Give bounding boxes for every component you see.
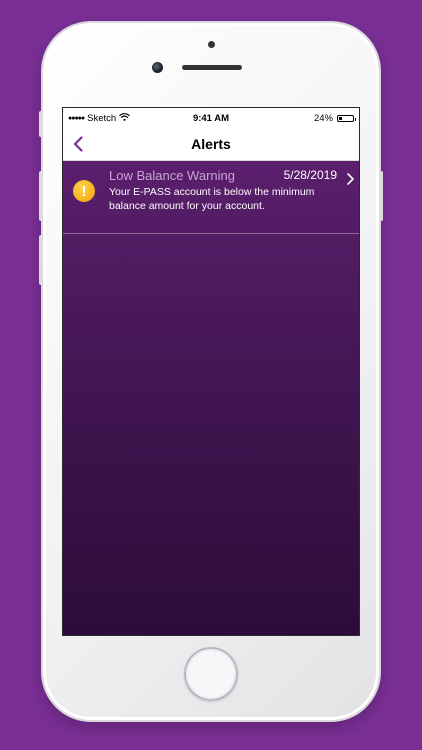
alert-item[interactable]: ! Low Balance Warning 5/28/2019 Your E-P… — [63, 161, 359, 233]
alert-divider — [63, 233, 359, 234]
battery-icon — [337, 115, 356, 122]
alert-message: Your E-PASS account is below the minimum… — [109, 186, 315, 212]
volume-up-button — [39, 171, 43, 221]
battery-level — [339, 117, 343, 120]
power-button — [379, 171, 383, 221]
mute-switch — [39, 111, 43, 137]
earpiece-speaker — [182, 65, 242, 70]
phone-screen: ●●●●● Sketch 9:41 AM 24% Alerts ! Low Ba… — [62, 107, 360, 636]
alert-date: 5/28/2019 — [283, 168, 337, 182]
app-store-screenshot: ●●●●● Sketch 9:41 AM 24% Alerts ! Low Ba… — [0, 0, 422, 750]
volume-down-button — [39, 235, 43, 285]
home-button[interactable] — [184, 647, 238, 701]
warning-icon: ! — [73, 180, 95, 202]
page-title: Alerts — [191, 136, 231, 152]
alert-title: Low Balance Warning — [109, 168, 235, 183]
navigation-bar: Alerts — [63, 128, 359, 161]
proximity-sensor — [208, 41, 215, 48]
chevron-right-icon — [347, 173, 354, 185]
status-bar-right: 24% — [313, 113, 356, 124]
battery-percent: 24% — [313, 113, 333, 124]
alerts-list: ! Low Balance Warning 5/28/2019 Your E-P… — [63, 161, 359, 635]
front-camera — [152, 62, 163, 73]
status-bar: ●●●●● Sketch 9:41 AM 24% — [63, 108, 359, 128]
